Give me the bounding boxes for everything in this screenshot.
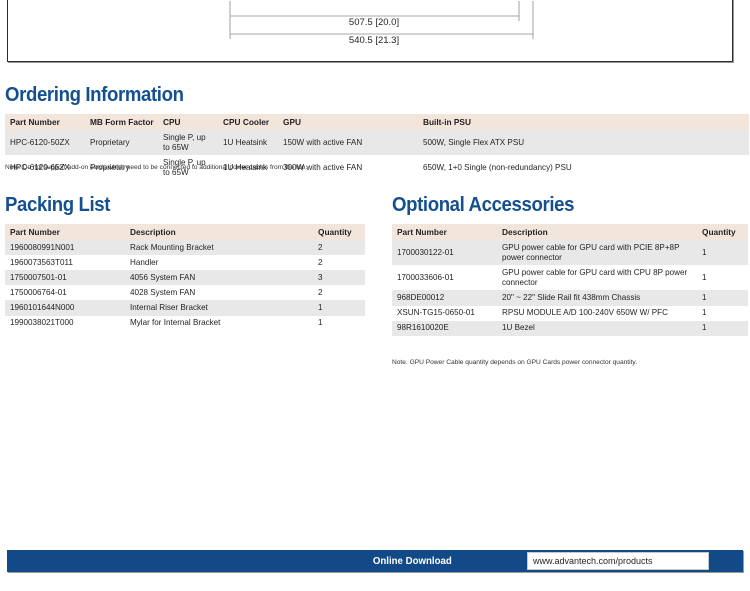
packing-list-heading: Packing List	[5, 194, 111, 216]
dimension-label-540: 540.5 [21.3]	[349, 35, 399, 46]
table-row: 1700030122-01 GPU power cable for GPU ca…	[392, 240, 748, 266]
cell-part-number: 1700033606-01	[392, 265, 497, 291]
optional-accessories-heading: Optional Accessories	[392, 194, 575, 216]
cell-description: Handler	[125, 255, 313, 271]
cell-cpu: Single P, up to 65W	[158, 130, 218, 156]
cell-quantity: 1	[313, 315, 365, 331]
cell-description: 1U Bezel	[497, 320, 697, 336]
cell-description: GPU power cable for GPU card with PCIE 8…	[497, 240, 697, 266]
online-download-url[interactable]: www.advantech.com/products	[533, 556, 653, 566]
cell-part-number: 98R1610020E	[392, 320, 497, 336]
table-header-row: Part Number Description Quantity	[5, 224, 365, 240]
col-header-cpu-cooler: CPU Cooler	[218, 114, 278, 130]
col-header-description: Description	[497, 224, 697, 240]
cell-description: Mylar for Internal Bracket	[125, 315, 313, 331]
cell-quantity: 1	[313, 300, 365, 316]
col-header-quantity: Quantity	[313, 224, 365, 240]
ordering-information-heading: Ordering Information	[5, 84, 184, 106]
cell-part-number: 968DE00012	[392, 290, 497, 306]
technical-drawing-panel: 507.5 [20.0] 540.5 [21.3]	[7, 0, 733, 62]
col-header-mb-form-factor: MB Form Factor	[85, 114, 158, 130]
cell-part-number: HPC-6120-50ZX	[5, 130, 85, 156]
cell-quantity: 2	[313, 240, 365, 256]
cell-quantity: 2	[313, 285, 365, 301]
table-row: 968DE00012 20" ~ 22" Slide Rail fit 438m…	[392, 290, 748, 306]
col-header-quantity: Quantity	[697, 224, 748, 240]
table-row: 1960101644N000 Internal Riser Bracket 1	[5, 300, 365, 316]
table-row: 1960073563T011 Handler 2	[5, 255, 365, 271]
table-header-row: Part Number MB Form Factor CPU CPU Coole…	[5, 114, 749, 130]
col-header-gpu: GPU	[278, 114, 418, 130]
cell-quantity: 1	[697, 290, 748, 306]
cell-description: Internal Riser Bracket	[125, 300, 313, 316]
cell-quantity: 1	[697, 305, 748, 321]
cell-built-in-psu: 650W, 1+0 Single (non-redundancy) PSU	[418, 155, 749, 181]
packing-list-table: Part Number Description Quantity 1960080…	[5, 224, 365, 331]
table-row: 1700033606-01 GPU power cable for GPU ca…	[392, 265, 748, 291]
online-download-label: Online Download	[373, 555, 452, 567]
cell-description: 4056 System FAN	[125, 270, 313, 286]
col-header-description: Description	[125, 224, 313, 240]
table-row: 1990038021T000 Mylar for Internal Bracke…	[5, 315, 365, 331]
cell-description: RPSU MODULE A/D 100-240V 650W W/ PFC	[497, 305, 697, 321]
table-row: 98R1610020E 1U Bezel 1	[392, 320, 748, 336]
col-header-part-number: Part Number	[392, 224, 497, 240]
col-header-built-in-psu: Built-in PSU	[418, 114, 749, 130]
cell-gpu: 150W with active FAN	[278, 130, 418, 156]
cell-description: GPU power cable for GPU card with CPU 8P…	[497, 265, 697, 291]
cell-description: Rack Mounting Bracket	[125, 240, 313, 256]
cell-part-number: 1960101644N000	[5, 300, 125, 316]
table-row: 1960080991N001 Rack Mounting Bracket 2	[5, 240, 365, 256]
col-header-part-number: Part Number	[5, 114, 85, 130]
cell-cpu-cooler: 1U Heatsink	[218, 130, 278, 156]
table-row: 1750006764-01 4028 System FAN 2	[5, 285, 365, 301]
table-header-row: Part Number Description Quantity	[392, 224, 748, 240]
cell-quantity: 1	[697, 320, 748, 336]
cell-built-in-psu: 500W, Single Flex ATX PSU	[418, 130, 749, 156]
cell-description: 4028 System FAN	[125, 285, 313, 301]
cell-mb-form-factor: Proprietary	[85, 130, 158, 156]
cell-quantity: 1	[697, 265, 748, 291]
cell-quantity: 1	[697, 240, 748, 266]
cell-quantity: 2	[313, 255, 365, 271]
col-header-cpu: CPU	[158, 114, 218, 130]
cell-description: 20" ~ 22" Slide Rail fit 438mm Chassis	[497, 290, 697, 306]
table-row: XSUN-TG15-0650-01 RPSU MODULE A/D 100-24…	[392, 305, 748, 321]
table-row: 1750007501-01 4056 System FAN 3	[5, 270, 365, 286]
cell-part-number: 1750006764-01	[5, 285, 125, 301]
ordering-information-note: Note: Do not support add-on cards which …	[5, 164, 308, 171]
cell-part-number: XSUN-TG15-0650-01	[392, 305, 497, 321]
cell-part-number: 1990038021T000	[5, 315, 125, 331]
optional-accessories-note: Note. GPU Power Cable quantity depends o…	[392, 359, 638, 366]
cell-part-number: 1960073563T011	[5, 255, 125, 271]
col-header-part-number: Part Number	[5, 224, 125, 240]
dimension-label-507: 507.5 [20.0]	[349, 17, 399, 28]
table-row: HPC-6120-50ZX Proprietary Single P, up t…	[5, 130, 749, 156]
cell-part-number: 1960080991N001	[5, 240, 125, 256]
optional-accessories-table: Part Number Description Quantity 1700030…	[392, 224, 748, 336]
cell-quantity: 3	[313, 270, 365, 286]
dimension-drawing: 507.5 [20.0] 540.5 [21.3]	[229, 1, 534, 46]
cell-part-number: 1750007501-01	[5, 270, 125, 286]
cell-part-number: 1700030122-01	[392, 240, 497, 266]
